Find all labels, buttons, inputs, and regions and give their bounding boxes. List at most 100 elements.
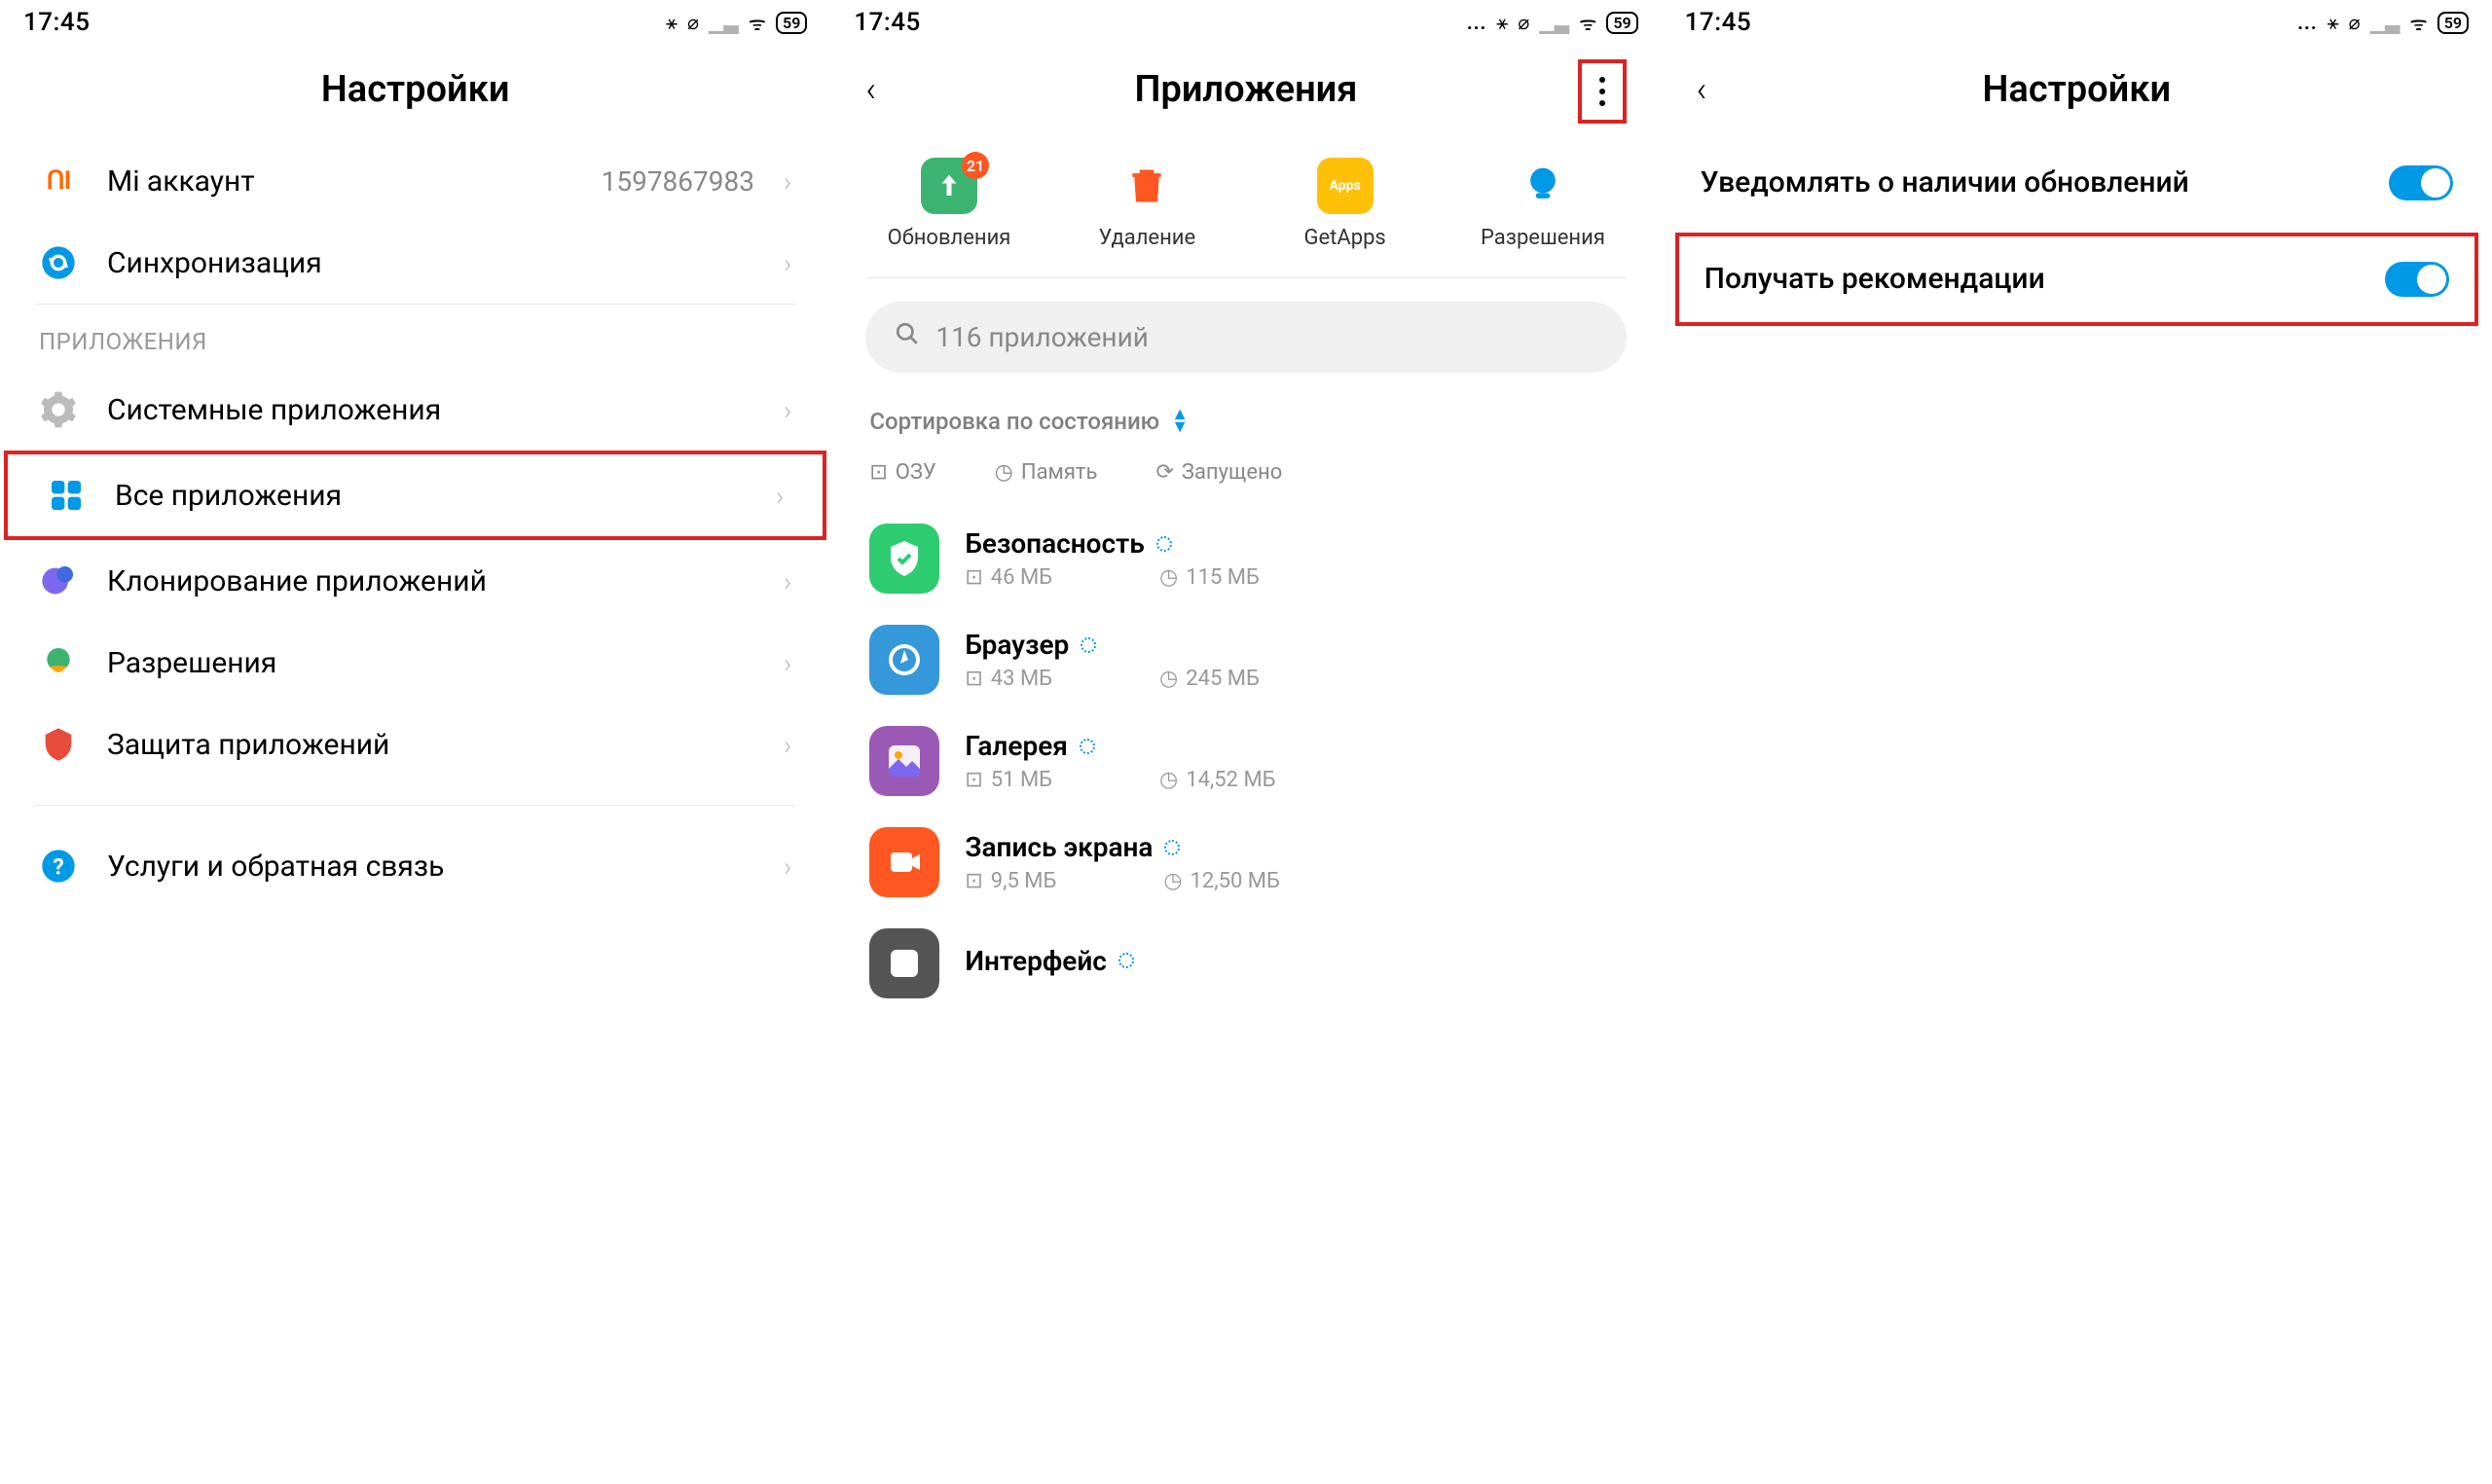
page-header: Настройки xyxy=(0,43,830,140)
more-status-icon: ... xyxy=(1467,11,1486,34)
clone-icon xyxy=(39,561,78,600)
chevron-right-icon: › xyxy=(784,647,791,679)
mi-account-row[interactable]: ՈI Mi аккаунт 1597867983 › xyxy=(0,140,830,222)
bluetooth-icon: ⚹ xyxy=(2327,11,2339,34)
app-icon xyxy=(869,827,939,897)
chevron-right-icon: › xyxy=(784,851,791,883)
dnd-icon: ⌀ xyxy=(687,11,699,34)
status-bar: 17:45 ... ⚹ ⌀ ▁▃ ᯤ 59 xyxy=(830,0,1661,43)
getapps-action[interactable]: Apps GetApps xyxy=(1246,158,1444,250)
sort-control[interactable]: Сортировка по состоянию ▲▼ xyxy=(830,396,1661,447)
chip-icon: ⊡ xyxy=(965,768,982,792)
chevron-right-icon: › xyxy=(784,565,791,597)
chevron-right-icon: › xyxy=(784,247,791,279)
svg-text:?: ? xyxy=(53,852,64,880)
clock-icon: ◷ xyxy=(1159,565,1178,590)
app-row[interactable]: Безопасность ⊡46 МБ◷115 МБ xyxy=(830,508,1661,609)
app-name: Безопасность xyxy=(965,527,1622,560)
bluetooth-icon: ⚹ xyxy=(666,11,678,34)
search-icon xyxy=(895,321,920,353)
chip-icon: ⊡ xyxy=(965,565,982,590)
back-button[interactable]: ‹ xyxy=(1697,69,1707,110)
app-name: Браузер xyxy=(965,629,1622,661)
loading-spinner-icon xyxy=(1156,536,1172,552)
running-filter[interactable]: ⟳Запущено xyxy=(1155,460,1282,485)
system-apps-row[interactable]: Системные приложения › xyxy=(0,369,830,451)
clock-icon: ◷ xyxy=(1159,667,1178,691)
more-options-button[interactable] xyxy=(1578,59,1627,124)
recommendations-row[interactable]: Получать рекомендации xyxy=(1675,233,2478,327)
status-bar: 17:45 ... ⚹ ⌀ ▁▃ ᯤ 59 xyxy=(1662,0,2492,43)
delete-action[interactable]: Удаление xyxy=(1048,158,1246,250)
status-time: 17:45 xyxy=(854,8,920,37)
loading-spinner-icon xyxy=(1118,953,1134,968)
ram-filter[interactable]: ⊡ОЗУ xyxy=(869,460,935,485)
battery-indicator: 59 xyxy=(1606,12,1637,34)
app-icon xyxy=(869,928,939,998)
page-title: Приложения xyxy=(1135,68,1358,111)
page-title: Настройки xyxy=(321,68,510,111)
permissions-action[interactable]: Разрешения xyxy=(1444,158,1641,250)
clock-icon: ◷ xyxy=(1163,869,1182,893)
loading-spinner-icon xyxy=(1081,637,1096,653)
recommendations-toggle[interactable] xyxy=(2385,262,2449,297)
chevron-right-icon: › xyxy=(784,729,791,761)
status-bar: 17:45 ⚹ ⌀ ▁▃ ᯤ 59 xyxy=(0,0,830,43)
app-icon xyxy=(869,726,939,796)
shield-icon xyxy=(39,725,78,764)
clock-icon: ◷ xyxy=(995,460,1013,485)
gear-icon xyxy=(39,390,78,429)
app-list: Безопасность ⊡46 МБ◷115 МБ Браузер ⊡43 М… xyxy=(830,504,1661,1018)
apps-grid-icon xyxy=(47,476,86,515)
dnd-icon: ⌀ xyxy=(1518,11,1529,34)
help-icon: ? xyxy=(39,847,78,886)
bluetooth-icon: ⚹ xyxy=(1496,11,1508,34)
apps-section-label: ПРИЛОЖЕНИЯ xyxy=(0,305,830,369)
app-row[interactable]: Галерея ⊡51 МБ◷14,52 МБ xyxy=(830,710,1661,812)
feedback-row[interactable]: ? Услуги и обратная связь › xyxy=(0,825,830,907)
permissions-action-icon xyxy=(1515,158,1571,214)
trash-icon xyxy=(1118,158,1175,214)
notify-updates-row[interactable]: Уведомлять о наличии обновлений xyxy=(1662,140,2492,227)
all-apps-row[interactable]: Все приложения › xyxy=(4,451,826,540)
signal-icon: ▁▃ xyxy=(2370,11,2400,34)
sync-row[interactable]: Синхронизация › xyxy=(0,222,830,304)
app-row[interactable]: Интерфейс xyxy=(830,913,1661,1014)
app-icon xyxy=(869,524,939,594)
more-status-icon: ... xyxy=(2297,11,2317,34)
sync-icon xyxy=(39,243,78,282)
apps-panel: 17:45 ... ⚹ ⌀ ▁▃ ᯤ 59 ‹ Приложения 21 Об… xyxy=(830,0,1661,1484)
back-button[interactable]: ‹ xyxy=(865,69,876,110)
notify-updates-toggle[interactable] xyxy=(2389,165,2453,200)
chip-icon: ⊡ xyxy=(965,667,982,691)
battery-indicator: 59 xyxy=(2437,12,2469,34)
app-name: Интерфейс xyxy=(965,945,1622,977)
app-protection-row[interactable]: Защита приложений › xyxy=(0,704,830,785)
app-row[interactable]: Браузер ⊡43 МБ◷245 МБ xyxy=(830,609,1661,710)
mi-logo-icon: ՈI xyxy=(39,162,78,200)
page-title: Настройки xyxy=(1983,68,2172,111)
wifi-icon: ᯤ xyxy=(749,10,766,36)
getapps-icon: Apps xyxy=(1317,158,1374,214)
clock-icon: ◷ xyxy=(1159,768,1178,792)
dnd-icon: ⌀ xyxy=(2349,11,2361,34)
battery-indicator: 59 xyxy=(776,12,807,34)
sort-arrows-icon: ▲▼ xyxy=(1171,409,1189,433)
page-header: ‹ Приложения xyxy=(830,43,1661,140)
app-name: Галерея xyxy=(965,730,1622,762)
search-input[interactable]: 116 приложений xyxy=(865,302,1626,373)
chevron-right-icon: › xyxy=(776,480,784,512)
wifi-icon: ᯤ xyxy=(1579,10,1596,36)
status-time: 17:45 xyxy=(1685,8,1751,37)
chevron-right-icon: › xyxy=(784,165,791,198)
settings-panel: 17:45 ⚹ ⌀ ▁▃ ᯤ 59 Настройки ՈI Mi аккаун… xyxy=(0,0,830,1484)
permissions-row[interactable]: Разрешения › xyxy=(0,622,830,704)
chevron-right-icon: › xyxy=(784,394,791,426)
app-clone-row[interactable]: Клонирование приложений › xyxy=(0,540,830,622)
filter-row: ⊡ОЗУ ◷Память ⟳Запущено xyxy=(830,447,1661,504)
app-icon xyxy=(869,625,939,695)
memory-filter[interactable]: ◷Память xyxy=(995,460,1098,485)
app-row[interactable]: Запись экрана ⊡9,5 МБ◷12,50 МБ xyxy=(830,812,1661,913)
updates-action[interactable]: 21 Обновления xyxy=(850,158,1047,250)
app-name: Запись экрана xyxy=(965,831,1622,863)
